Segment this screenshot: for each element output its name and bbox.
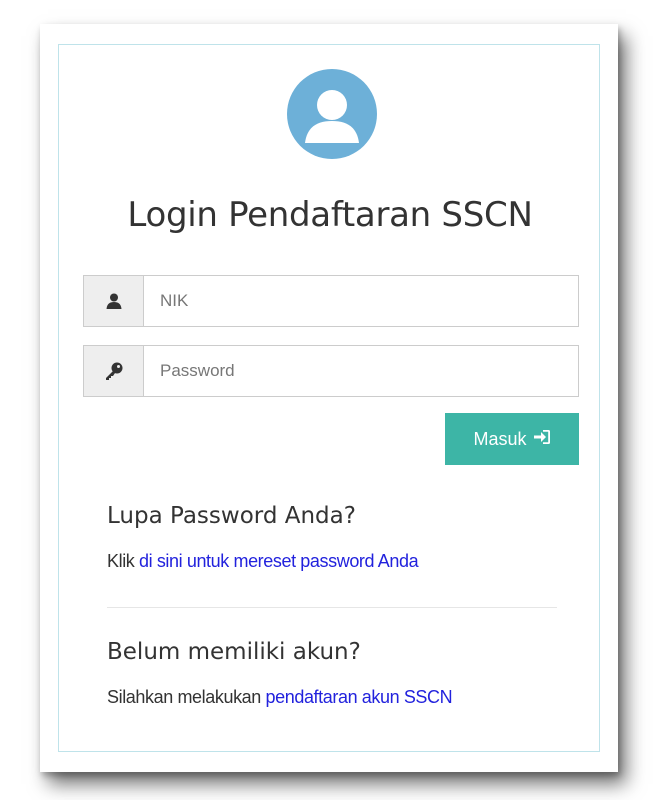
password-input[interactable] bbox=[143, 345, 579, 397]
register-account-link[interactable]: pendaftaran akun SSCN bbox=[266, 687, 453, 707]
nik-input-group bbox=[83, 275, 579, 327]
login-panel: Login Pendaftaran SSCN NIK Masuk Lupa Pa… bbox=[58, 44, 600, 752]
key-icon bbox=[83, 345, 143, 397]
forgot-password-text: Klik di sini untuk mereset password Anda bbox=[107, 551, 419, 572]
masuk-button[interactable]: Masuk bbox=[445, 413, 579, 465]
nik-input[interactable] bbox=[143, 275, 579, 327]
forgot-password-prefix: Klik bbox=[107, 551, 140, 571]
register-text: Silahkan melakukan pendaftaran akun SSCN bbox=[107, 687, 453, 708]
page: Login Pendaftaran SSCN NIK Masuk Lupa Pa… bbox=[0, 0, 655, 800]
sign-in-icon bbox=[533, 428, 551, 451]
masuk-button-label: Masuk bbox=[473, 428, 527, 449]
forgot-password-heading: Lupa Password Anda? bbox=[107, 503, 356, 529]
login-card: Login Pendaftaran SSCN NIK Masuk Lupa Pa… bbox=[40, 24, 618, 772]
register-prefix: Silahkan melakukan bbox=[107, 687, 266, 707]
user-icon bbox=[83, 275, 143, 327]
reset-password-link[interactable]: di sini untuk mereset password Anda bbox=[139, 551, 419, 571]
register-heading: Belum memiliki akun? bbox=[107, 639, 361, 665]
user-avatar-icon bbox=[287, 69, 377, 159]
section-divider bbox=[107, 607, 557, 608]
page-title: Login Pendaftaran SSCN bbox=[127, 195, 533, 235]
password-input-group bbox=[83, 345, 579, 397]
